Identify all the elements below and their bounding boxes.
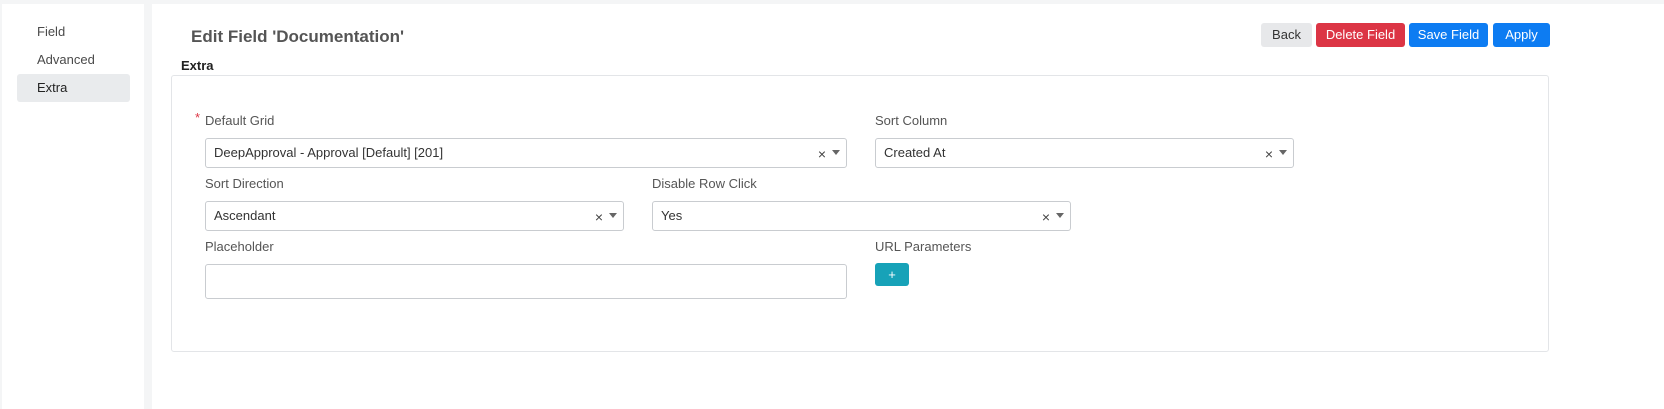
sort-column-label: Sort Column xyxy=(875,113,948,128)
chevron-down-icon[interactable] xyxy=(1279,150,1287,155)
default-grid-value: DeepApproval - Approval [Default] [201] xyxy=(214,145,444,160)
required-marker: * xyxy=(195,110,201,125)
save-field-button[interactable]: Save Field xyxy=(1409,23,1488,47)
extra-panel: * Default Grid DeepApproval - Approval [… xyxy=(171,75,1549,352)
page-title: Edit Field 'Documentation' xyxy=(191,27,405,46)
disable-row-click-value: Yes xyxy=(661,208,683,223)
back-button[interactable]: Back xyxy=(1261,23,1312,47)
add-url-parameter-button[interactable]: + xyxy=(875,263,909,286)
sidebar-item-field[interactable]: Field xyxy=(17,18,130,46)
clear-icon[interactable]: × xyxy=(818,139,826,169)
chevron-down-icon[interactable] xyxy=(609,213,617,218)
default-grid-select[interactable]: DeepApproval - Approval [Default] [201] … xyxy=(205,138,847,168)
sidebar-item-label: Field xyxy=(37,24,66,39)
url-parameters-label: URL Parameters xyxy=(875,239,972,254)
clear-icon[interactable]: × xyxy=(1042,202,1050,232)
placeholder-input[interactable] xyxy=(205,264,847,299)
sidebar-item-advanced[interactable]: Advanced xyxy=(17,46,130,74)
sort-direction-value: Ascendant xyxy=(214,208,276,223)
sidebar-item-label: Advanced xyxy=(37,52,95,67)
disable-row-click-select[interactable]: Yes × xyxy=(652,201,1071,231)
sidebar: Field Advanced Extra xyxy=(2,4,144,409)
apply-button[interactable]: Apply xyxy=(1493,23,1550,47)
disable-row-click-label: Disable Row Click xyxy=(652,176,757,191)
sidebar-item-label: Extra xyxy=(37,80,68,95)
sort-column-value: Created At xyxy=(884,145,946,160)
clear-icon[interactable]: × xyxy=(595,202,603,232)
sort-direction-label: Sort Direction xyxy=(205,176,284,191)
default-grid-label: Default Grid xyxy=(205,113,275,128)
sidebar-item-extra[interactable]: Extra xyxy=(17,74,130,102)
clear-icon[interactable]: × xyxy=(1265,139,1273,169)
placeholder-label: Placeholder xyxy=(205,239,274,254)
chevron-down-icon[interactable] xyxy=(1056,213,1064,218)
sort-direction-select[interactable]: Ascendant × xyxy=(205,201,624,231)
chevron-down-icon[interactable] xyxy=(832,150,840,155)
section-title: Extra xyxy=(181,58,214,73)
sort-column-select[interactable]: Created At × xyxy=(875,138,1294,168)
main-content: Edit Field 'Documentation' Back Delete F… xyxy=(152,4,1664,409)
delete-field-button[interactable]: Delete Field xyxy=(1316,23,1405,47)
